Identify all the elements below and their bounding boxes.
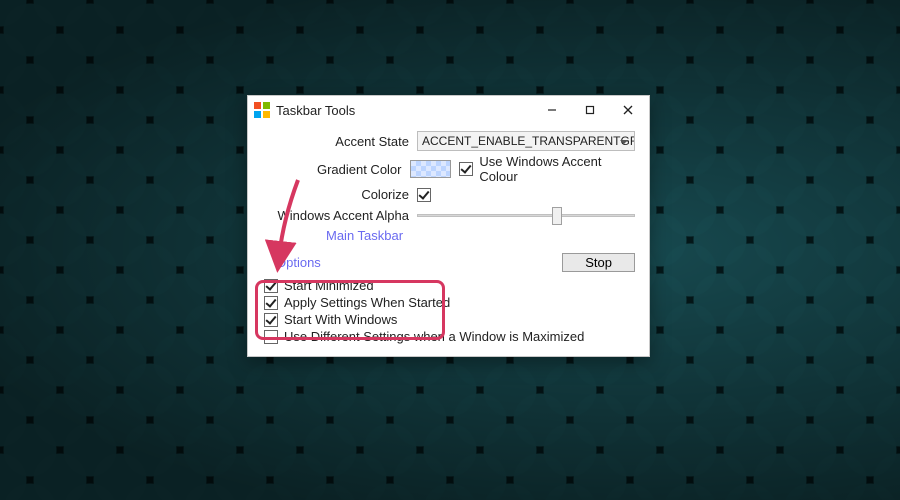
gradient-color-label: Gradient Color [262,162,410,177]
apply-settings-when-started-checkbox[interactable] [264,296,278,310]
windows-accent-alpha-slider[interactable] [417,205,635,225]
use-different-settings-maximized-checkbox[interactable] [264,330,278,344]
taskbar-tools-window: Taskbar Tools Accent State ACCENT_ENABLE… [247,95,650,357]
use-different-settings-maximized-label: Use Different Settings when a Window is … [284,329,584,344]
apply-settings-when-started-label: Apply Settings When Started [284,295,450,310]
windows-accent-alpha-label: Windows Accent Alpha [262,208,417,223]
window-content: Accent State ACCENT_ENABLE_TRANSPARENTGR… [248,124,649,356]
options-link[interactable]: Options [276,255,321,270]
accent-state-label: Accent State [262,134,417,149]
slider-thumb[interactable] [552,207,562,225]
titlebar: Taskbar Tools [248,96,649,124]
start-minimized-checkbox[interactable] [264,279,278,293]
maximize-button[interactable] [571,96,609,124]
maximize-icon [585,105,595,115]
main-taskbar-link[interactable]: Main Taskbar [326,228,403,243]
start-with-windows-checkbox[interactable] [264,313,278,327]
start-minimized-label: Start Minimized [284,278,374,293]
windows-logo-icon [254,102,270,118]
close-button[interactable] [609,96,647,124]
accent-state-value: ACCENT_ENABLE_TRANSPARENTGRADI [422,134,635,148]
close-icon [623,105,633,115]
colorize-label: Colorize [262,187,417,202]
use-windows-accent-colour-checkbox[interactable] [459,162,473,176]
gradient-color-swatch[interactable] [410,160,452,178]
use-windows-accent-colour-label: Use Windows Accent Colour [479,154,635,184]
slider-track [417,214,635,217]
colorize-checkbox[interactable] [417,188,431,202]
window-title: Taskbar Tools [276,103,355,118]
minimize-icon [547,105,557,115]
desktop-wallpaper: Taskbar Tools Accent State ACCENT_ENABLE… [0,0,900,500]
minimize-button[interactable] [533,96,571,124]
stop-button[interactable]: Stop [562,253,635,272]
accent-state-dropdown[interactable]: ACCENT_ENABLE_TRANSPARENTGRADI [417,131,635,151]
start-with-windows-label: Start With Windows [284,312,397,327]
